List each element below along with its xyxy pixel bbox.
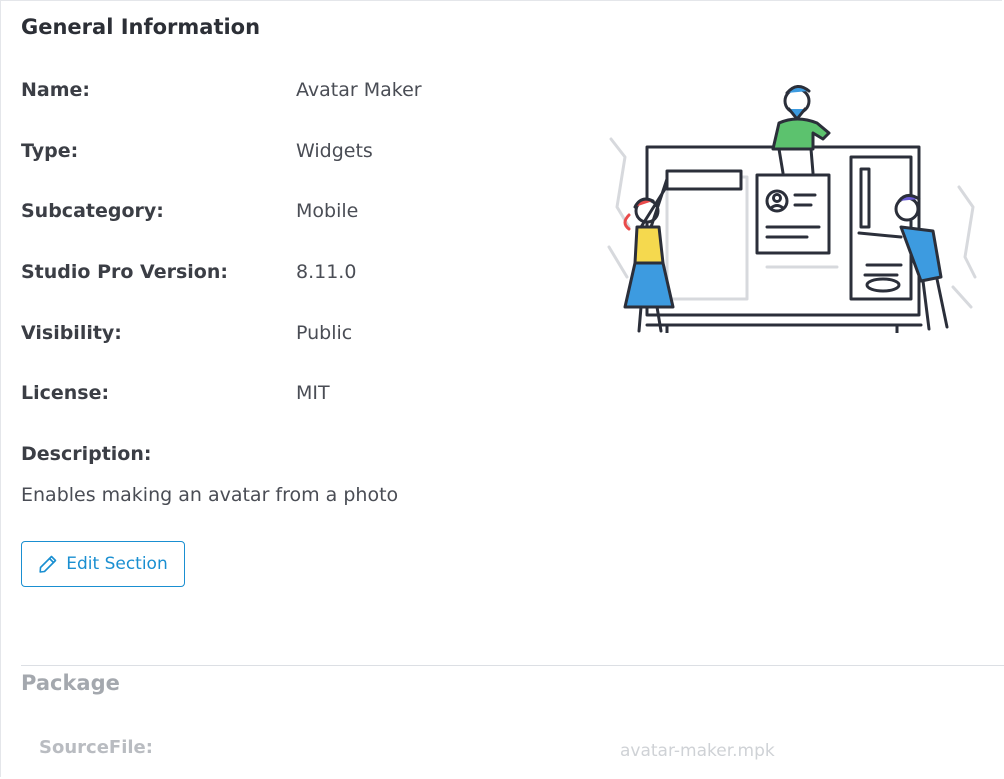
visibility-label: Visibility:: [21, 322, 122, 344]
section-divider: [21, 665, 1004, 666]
edit-section-label: Edit Section: [66, 554, 168, 574]
license-label: License:: [21, 382, 110, 404]
pencil-icon: [38, 554, 58, 574]
subcategory-value: Mobile: [296, 200, 359, 222]
type-value: Widgets: [296, 140, 373, 162]
general-information-card: General Information Name: Avatar Maker T…: [0, 0, 1004, 777]
team-building-app-illustration: [607, 77, 977, 335]
name-label: Name:: [21, 79, 91, 101]
package-section-title: Package: [21, 671, 120, 695]
type-label: Type:: [21, 140, 79, 162]
subcategory-label: Subcategory:: [21, 200, 164, 222]
section-title: General Information: [21, 15, 261, 39]
studio-pro-version-label: Studio Pro Version:: [21, 261, 228, 283]
visibility-value: Public: [296, 322, 353, 344]
source-file-label: SourceFile:: [39, 737, 153, 758]
edit-section-button[interactable]: Edit Section: [21, 541, 185, 587]
license-value: MIT: [296, 382, 330, 404]
description-label: Description:: [21, 443, 152, 465]
description-text: Enables making an avatar from a photo: [21, 484, 399, 506]
studio-pro-version-value: 8.11.0: [296, 261, 357, 283]
source-file-value: avatar-maker.mpk: [620, 741, 775, 761]
name-value: Avatar Maker: [296, 79, 422, 101]
